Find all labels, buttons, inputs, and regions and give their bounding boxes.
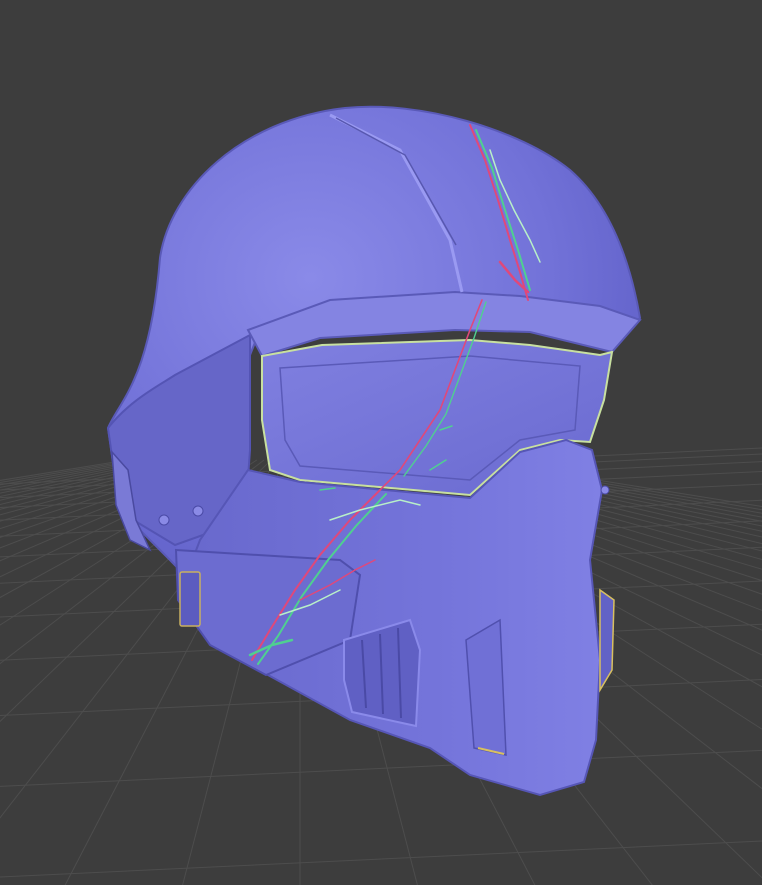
- grid-line: [0, 459, 135, 484]
- grid-line: [0, 459, 142, 486]
- viewport-canvas[interactable]: [0, 0, 762, 885]
- grid-line: [0, 840, 762, 878]
- helmet-rivet: [192, 505, 204, 517]
- grid-line: [0, 749, 762, 787]
- helmet-side-slot: [179, 571, 201, 627]
- 3d-viewport[interactable]: [0, 0, 762, 885]
- helmet-model[interactable]: [106, 105, 642, 797]
- helmet-rivet: [158, 514, 170, 526]
- helmet-rivet: [600, 485, 610, 495]
- helmet-right-ear: [599, 588, 615, 693]
